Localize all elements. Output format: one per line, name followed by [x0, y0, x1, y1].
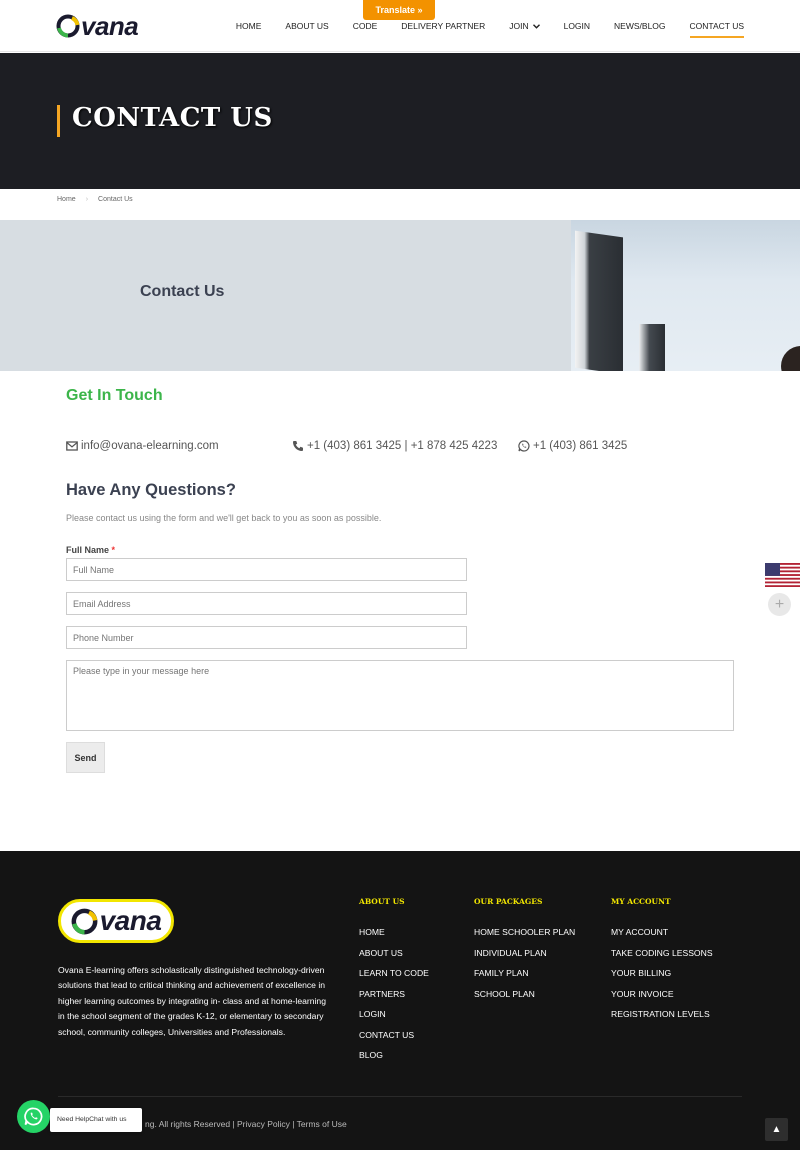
title-accent-bar	[57, 105, 60, 137]
email-input[interactable]	[66, 592, 467, 615]
footer-column-title: MY ACCOUNT	[611, 897, 671, 906]
nav-code[interactable]: CODE	[353, 0, 378, 52]
banner-title: Contact Us	[140, 283, 225, 300]
footer-column-title: OUR PACKAGES	[474, 897, 543, 906]
whatsapp-icon	[24, 1107, 43, 1126]
nav-home[interactable]: HOME	[236, 0, 262, 52]
site-logo[interactable]: vana	[56, 11, 139, 41]
footer-link-take-coding-lessons[interactable]: TAKE CODING LESSONS	[611, 947, 713, 968]
monitor-shape-small	[639, 324, 665, 371]
footer-link-your-billing[interactable]: YOUR BILLING	[611, 967, 713, 988]
person-shape	[781, 346, 800, 371]
office-photo	[571, 220, 800, 371]
breadcrumb-current: Contact Us	[98, 196, 133, 203]
nav-delivery-partner[interactable]: DELIVERY PARTNER	[401, 0, 485, 52]
contact-whatsapp[interactable]: +1 (403) 861 3425	[518, 440, 627, 452]
nav-contact-us[interactable]: CONTACT US	[689, 0, 745, 52]
whatsapp-chat-button[interactable]	[17, 1100, 50, 1133]
phone-icon	[293, 441, 303, 451]
footer-description: Ovana E-learning offers scholastically d…	[58, 965, 326, 1037]
full-name-label: Full Name *	[66, 545, 115, 555]
contact-banner: Contact Us	[0, 220, 800, 371]
send-button[interactable]: Send	[66, 742, 105, 773]
footer-column-account: MY ACCOUNT MY ACCOUNT TAKE CODING LESSON…	[611, 897, 713, 1029]
nav-news-blog[interactable]: NEWS/BLOG	[614, 0, 665, 52]
contact-email-text: info@ovana-elearning.com	[81, 440, 219, 452]
monitor-shape	[575, 230, 623, 371]
get-in-touch-heading: Get In Touch	[66, 387, 163, 404]
footer-link-contact-us[interactable]: CONTACT US	[359, 1029, 429, 1050]
required-mark: *	[111, 545, 116, 555]
envelope-icon	[66, 441, 78, 451]
footer-link-your-invoice[interactable]: YOUR INVOICE	[611, 988, 713, 1009]
footer-column-title: ABOUT US	[359, 897, 405, 906]
contact-phone-text: +1 (403) 861 3425 | +1 878 425 4223	[307, 440, 498, 452]
site-footer: vana Ovana E-learning offers scholastica…	[0, 851, 800, 1150]
footer-logo[interactable]: vana	[58, 899, 174, 943]
site-header: vana Translate » HOME ABOUT US CODE DELI…	[0, 0, 800, 52]
message-textarea[interactable]	[66, 660, 734, 731]
footer-link-login[interactable]: LOGIN	[359, 1008, 429, 1029]
full-name-input[interactable]	[66, 558, 467, 581]
footer-column-about: ABOUT US HOME ABOUT US LEARN TO CODE PAR…	[359, 897, 429, 1070]
chevron-down-icon	[532, 23, 540, 29]
logo-o-icon	[56, 14, 80, 38]
page-title-band: CONTACT US	[0, 53, 800, 189]
whatsapp-icon	[518, 440, 530, 452]
copyright-text: ng. All rights Reserved | Privacy Policy…	[145, 1119, 347, 1129]
questions-subtitle: Please contact us using the form and we'…	[66, 513, 382, 523]
footer-link-partners[interactable]: PARTNERS	[359, 988, 429, 1009]
breadcrumb: Home › Contact Us	[57, 196, 133, 203]
contact-email[interactable]: info@ovana-elearning.com	[66, 440, 219, 452]
footer-link-learn-to-code[interactable]: LEARN TO CODE	[359, 967, 429, 988]
us-flag-icon[interactable]	[765, 563, 800, 587]
nav-login[interactable]: LOGIN	[564, 0, 590, 52]
language-more-button[interactable]: +	[768, 593, 791, 616]
footer-link-home-schooler-plan[interactable]: HOME SCHOOLER PLAN	[474, 926, 575, 947]
footer-divider	[58, 1096, 742, 1097]
footer-link-registration-levels[interactable]: REGISTRATION LEVELS	[611, 1008, 713, 1029]
footer-link-blog[interactable]: BLOG	[359, 1049, 429, 1070]
nav-join[interactable]: JOIN	[509, 0, 540, 52]
footer-link-home[interactable]: HOME	[359, 926, 429, 947]
helpchat-label[interactable]: Need HelpChat with us	[50, 1108, 142, 1132]
footer-link-my-account[interactable]: MY ACCOUNT	[611, 926, 713, 947]
footer-link-individual-plan[interactable]: INDIVIDUAL PLAN	[474, 947, 575, 968]
logo-text: vana	[81, 11, 139, 41]
nav-about-us[interactable]: ABOUT US	[285, 0, 328, 52]
footer-link-school-plan[interactable]: SCHOOL PLAN	[474, 988, 575, 1009]
footer-link-about-us[interactable]: ABOUT US	[359, 947, 429, 968]
scroll-to-top-button[interactable]: ▲	[765, 1118, 788, 1141]
main-nav: HOME ABOUT US CODE DELIVERY PARTNER JOIN…	[212, 0, 745, 52]
questions-heading: Have Any Questions?	[66, 481, 236, 499]
contact-whatsapp-text: +1 (403) 861 3425	[533, 440, 628, 452]
footer-logo-text: vana	[99, 905, 162, 936]
page-title: CONTACT US	[72, 103, 273, 133]
logo-o-icon	[71, 908, 98, 934]
breadcrumb-home[interactable]: Home	[57, 196, 76, 203]
footer-link-family-plan[interactable]: FAMILY PLAN	[474, 967, 575, 988]
footer-column-packages: OUR PACKAGES HOME SCHOOLER PLAN INDIVIDU…	[474, 897, 575, 1008]
phone-input[interactable]	[66, 626, 467, 649]
nav-join-label: JOIN	[509, 21, 529, 31]
contact-phone[interactable]: +1 (403) 861 3425 | +1 878 425 4223	[292, 440, 497, 452]
breadcrumb-separator-icon: ›	[85, 196, 89, 203]
full-name-label-text: Full Name	[66, 545, 110, 555]
